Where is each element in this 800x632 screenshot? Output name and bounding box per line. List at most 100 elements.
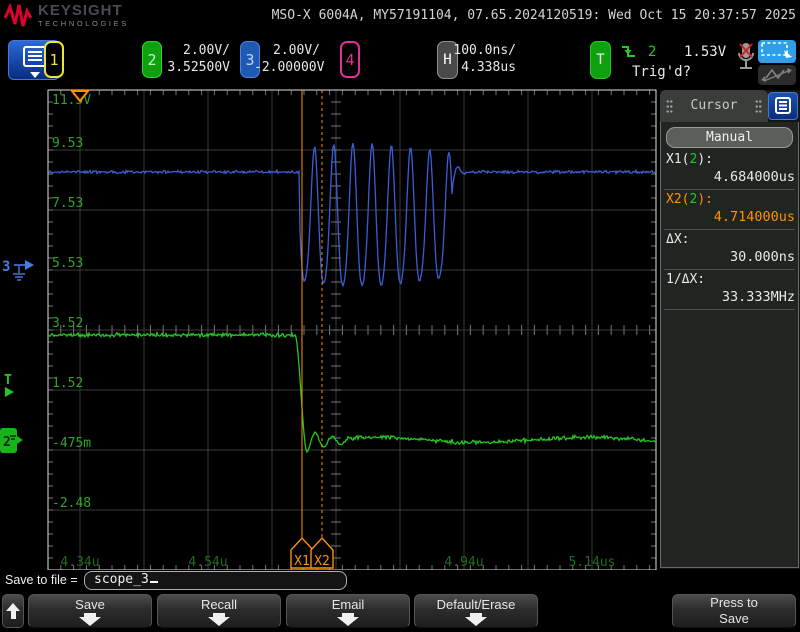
svg-text:9.53: 9.53 xyxy=(52,136,83,151)
down-arrow-head xyxy=(208,617,230,626)
softkey-label: Save xyxy=(75,597,105,612)
scope-graticule: 11.5V9.537.535.533.521.52-475m-2.484.34u… xyxy=(0,89,657,571)
trigger-status: Trig'd? xyxy=(632,64,692,80)
channel-3-marker: 3 xyxy=(2,259,10,275)
x1-label: X1( xyxy=(666,152,690,167)
cursor-values-panel: Manual X1(2): 4.684000us X2(2): 4.714000… xyxy=(660,122,799,568)
svg-text:7.53: 7.53 xyxy=(52,196,83,211)
filename-input[interactable]: scope_3 xyxy=(84,571,347,590)
divider xyxy=(664,269,795,270)
svg-text:4.54u: 4.54u xyxy=(188,555,227,570)
dx-label: ΔX: xyxy=(666,232,690,247)
x1-value: 4.684000us xyxy=(713,169,795,185)
ch2-offset: 3.52500V xyxy=(167,60,230,75)
dx-value: 30.000ns xyxy=(729,249,795,265)
trigger-level-marker: T xyxy=(4,373,12,388)
cursor-x2-row: X2(2): 4.714000us xyxy=(661,191,800,229)
softkey-label: Recall xyxy=(200,597,238,612)
channel-2-button[interactable]: 2 xyxy=(142,41,162,78)
svg-text:4.34u: 4.34u xyxy=(60,555,99,570)
up-arrow-stem xyxy=(10,611,16,619)
svg-text:-2.48: -2.48 xyxy=(52,496,91,511)
softkey-default-erase[interactable]: Default/Erase xyxy=(414,594,538,628)
ch3-scale: 2.00V/ xyxy=(273,43,320,58)
oscilloscope-screen: KEYSIGHT TECHNOLOGIES MSO-X 6004A, MY571… xyxy=(0,0,800,632)
cursor-mode-button[interactable]: Manual xyxy=(666,127,793,148)
svg-text:-475m: -475m xyxy=(52,436,91,451)
save-to-file-label: Save to file = xyxy=(5,573,78,587)
waveform-arrows-icon xyxy=(761,68,792,82)
svg-text:5.53: 5.53 xyxy=(52,256,83,271)
text-cursor xyxy=(149,581,158,583)
menu-icon xyxy=(775,97,791,114)
waveform-pan-button[interactable] xyxy=(758,65,796,85)
svg-text:3.52: 3.52 xyxy=(52,316,83,331)
ch3-offset: -2.00000V xyxy=(254,60,325,75)
divider xyxy=(664,189,795,190)
keysight-logo: KEYSIGHT TECHNOLOGIES xyxy=(4,3,129,29)
h-scale: 100.0ns/ xyxy=(453,43,516,58)
inv-dx-value: 33.333MHz xyxy=(721,289,795,305)
x2-cursor-flag[interactable]: X2 xyxy=(310,536,334,569)
cursor-sidebar: Cursor Manual X1(2): 4.684000us X2(2): 4… xyxy=(660,90,800,569)
brand-name: KEYSIGHT xyxy=(38,2,123,19)
x2-label-end: ): xyxy=(697,192,713,207)
softkey-save[interactable]: Save xyxy=(28,594,152,628)
x1-cursor-flag[interactable]: X1 xyxy=(290,536,314,569)
cursor-dx-row: ΔX: 30.000ns xyxy=(661,231,800,269)
cursor-x1-row: X1(2): 4.684000us xyxy=(661,151,800,189)
channel-1-button[interactable]: 1 xyxy=(44,41,64,78)
x2-cursor-flag-label: X2 xyxy=(314,554,330,569)
filename-text: scope_3 xyxy=(94,572,149,587)
brand-subtitle: TECHNOLOGIES xyxy=(38,19,129,28)
h-delay: 4.338us xyxy=(461,60,516,75)
svg-text:2: 2 xyxy=(3,435,11,450)
svg-text:5.14us: 5.14us xyxy=(569,555,616,570)
softkey-label: Default/Erase xyxy=(436,597,516,612)
ch2-scale: 2.00V/ xyxy=(183,43,230,58)
down-arrow-head xyxy=(337,617,359,626)
cursor-inv-dx-row: 1/ΔX: 33.333MHz xyxy=(661,271,800,309)
softkey-email[interactable]: Email xyxy=(286,594,410,628)
svg-text:1.52: 1.52 xyxy=(52,376,83,391)
trigger-source: 2 xyxy=(648,44,657,60)
inv-dx-label: 1/ΔX: xyxy=(666,272,706,287)
softkey-recall[interactable]: Recall xyxy=(157,594,281,628)
channel-4-button[interactable]: 4 xyxy=(340,41,360,78)
channel-2-marker[interactable]: 2 xyxy=(0,428,23,453)
down-arrow-head xyxy=(465,617,487,626)
press-to-save-line2: Save xyxy=(719,611,749,626)
divider xyxy=(664,309,795,310)
touch-select-button[interactable] xyxy=(758,40,796,63)
toolbar: 1 2 2.00V/3.52500V 3 2.00V/-2.00000V 4 H… xyxy=(0,38,800,88)
drag-handle-icon[interactable] xyxy=(755,99,762,114)
x2-label: X2( xyxy=(666,192,690,207)
x1-cursor-flag-label: X1 xyxy=(294,554,310,569)
channel-2-readout: 2.00V/3.52500V xyxy=(164,42,230,78)
down-arrow-head xyxy=(79,617,101,626)
trigger-level: 1.53V xyxy=(684,44,727,60)
up-arrow-icon xyxy=(6,603,20,611)
softkey-press-to-save[interactable]: Press to Save xyxy=(672,594,796,628)
channel-3-trace xyxy=(48,142,656,288)
save-to-file-bar: Save to file = scope_3 xyxy=(0,570,800,592)
waveform-display[interactable]: 11.5V 9.53 7.53 5.53 3.52 1.52 -475m -2.48 4.34u… xyxy=(0,88,660,572)
x2-value: 4.714000us xyxy=(713,209,795,225)
softkey-label: Email xyxy=(331,597,365,612)
microphone-muted-icon[interactable] xyxy=(734,41,758,79)
horizontal-readout: 100.0ns/4.338us xyxy=(450,42,516,78)
softkey-back-button[interactable] xyxy=(2,594,24,628)
falling-edge-trigger-icon xyxy=(622,46,635,57)
channel-2-trace xyxy=(48,330,656,454)
press-to-save-line1: Press to xyxy=(710,595,758,610)
cursor-panel-header[interactable]: Cursor xyxy=(660,90,768,122)
cursor-menu-button[interactable] xyxy=(768,92,798,120)
selection-rectangle-icon xyxy=(761,42,792,58)
x1-label-end: ): xyxy=(697,152,713,167)
svg-text:4.94u: 4.94u xyxy=(444,555,483,570)
system-title: MSO-X 6004A, MY57191104, 07.65.202412051… xyxy=(271,8,796,23)
divider xyxy=(664,229,795,230)
cursor-panel-title: Cursor xyxy=(690,98,738,113)
trigger-button[interactable]: T xyxy=(590,41,611,79)
keysight-spark-icon xyxy=(4,3,32,27)
